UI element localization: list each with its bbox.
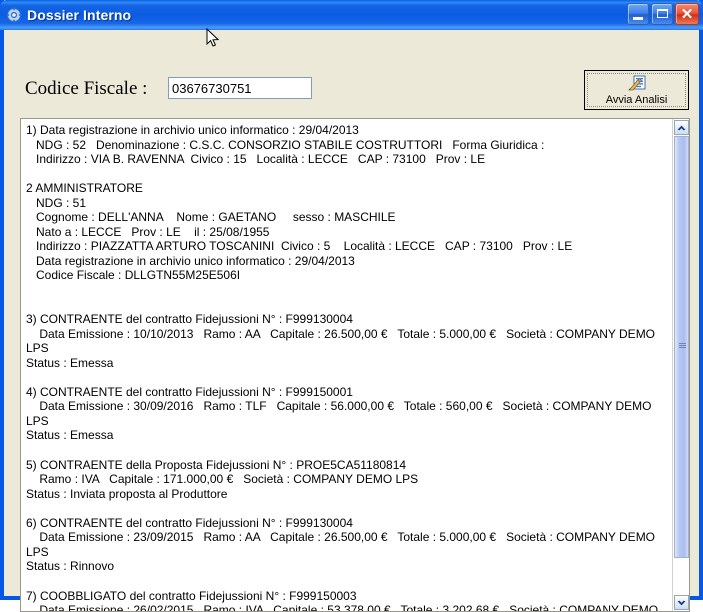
codice-fiscale-input[interactable] [168,77,312,99]
window-title: Dossier Interno [27,7,132,23]
minimize-icon [633,17,643,20]
scroll-track[interactable] [674,136,689,594]
chevron-up-icon [677,125,686,130]
close-icon: ✕ [680,6,694,23]
close-button[interactable]: ✕ [675,3,699,25]
report-text[interactable]: 1) Data registrazione in archivio unico … [21,119,671,611]
window-controls: ✕ [627,3,699,25]
report-vertical-scrollbar[interactable] [672,119,689,611]
codice-fiscale-label: Codice Fiscale : [25,78,148,99]
avvia-analisi-button[interactable]: Avvia Analisi [584,70,689,110]
document-analysis-icon [627,75,645,90]
maximize-button[interactable] [651,3,673,25]
avvia-analisi-button-content: Avvia Analisi [587,73,686,107]
scroll-down-button[interactable] [674,595,689,610]
minimize-button[interactable] [627,3,649,25]
maximize-icon [657,9,668,18]
avvia-analisi-label: Avvia Analisi [605,93,668,106]
application-window: Dossier Interno ✕ Codice Fiscale : 03676… [0,0,703,612]
scroll-up-button[interactable] [674,120,689,135]
scroll-thumb[interactable] [674,136,689,558]
scroll-thumb-grip [679,343,686,351]
title-bar[interactable]: Dossier Interno ✕ [0,0,703,30]
gear-icon [6,7,22,23]
report-panel: 1) Data registrazione in archivio unico … [20,118,690,612]
client-area: Codice Fiscale : Avvia Analisi 1) Data [4,30,699,612]
chevron-down-icon [677,600,686,605]
